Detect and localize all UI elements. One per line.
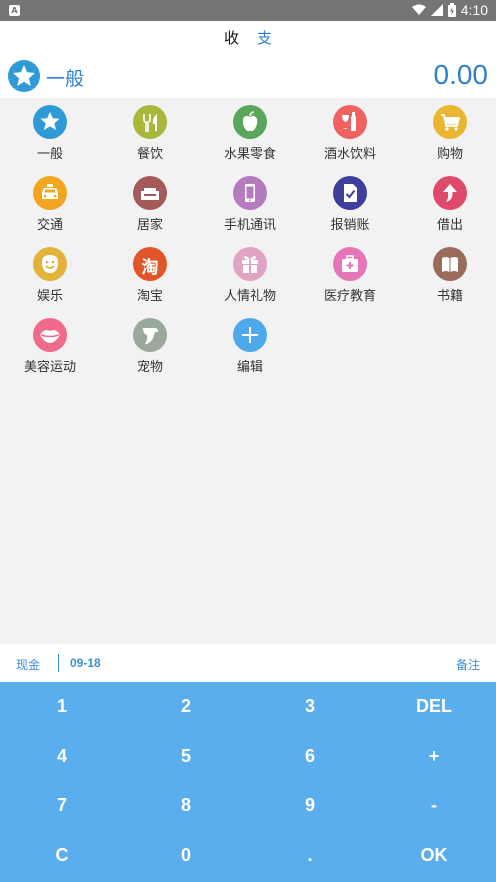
category-label: 报销账: [330, 218, 370, 233]
category-item[interactable]: 购物: [400, 98, 496, 168]
number-keypad: 1 2 3 DEL 4 5 6 +7 8 9- C 0. OK: [0, 682, 496, 882]
category-item[interactable]: 交通: [0, 169, 100, 239]
sofa-icon: [133, 176, 167, 210]
arrow-up-icon: [433, 176, 467, 210]
amount-display: 0.00: [433, 59, 489, 90]
note-button[interactable]: 备注: [456, 656, 480, 673]
wifi-icon: [411, 4, 426, 15]
dog-icon: [133, 318, 167, 352]
key-8[interactable]: 8: [124, 781, 248, 831]
category-item[interactable]: 医疗教育: [300, 240, 400, 310]
tab-income[interactable]: 收: [224, 27, 239, 48]
key-6[interactable]: 6: [248, 732, 372, 782]
category-item[interactable]: 宠物: [100, 311, 200, 381]
account-selector[interactable]: 现金: [16, 656, 40, 673]
status-right: 4:10: [411, 2, 488, 18]
app-root: A 4:10 收 支 一般 0.00 一般 餐饮 水果零食 酒水饮料 购物 交通 居家 手机通…: [0, 0, 496, 882]
key-minus[interactable]: -: [372, 781, 496, 831]
key-9[interactable]: 9: [248, 781, 372, 831]
cart-icon: [433, 105, 467, 139]
taobao-glyph: 淘: [141, 258, 159, 278]
tab-expense[interactable]: 支: [257, 27, 272, 48]
category-item[interactable]: 水果零食: [200, 98, 300, 168]
type-tabs: 收 支: [0, 21, 496, 54]
wine-bottle-icon: [333, 105, 367, 139]
key-plus[interactable]: +: [372, 732, 496, 782]
phone-icon: [233, 176, 267, 210]
book-icon: [433, 247, 467, 281]
status-bar: A 4:10: [0, 0, 496, 21]
category-label: 医疗教育: [323, 289, 376, 304]
category-label: 手机通讯: [223, 218, 276, 233]
category-label: 娱乐: [36, 289, 63, 304]
key-3[interactable]: 3: [248, 682, 372, 732]
battery-icon: [447, 3, 456, 17]
category-label: 购物: [436, 147, 463, 162]
date-selector[interactable]: 09-18: [70, 656, 101, 670]
key-delete[interactable]: DEL: [372, 682, 496, 732]
category-item[interactable]: 借出: [400, 169, 496, 239]
selected-category-label: 一般: [46, 68, 85, 90]
notification-icon: A: [9, 5, 20, 16]
lips-icon: [33, 318, 67, 352]
category-item[interactable]: 报销账: [300, 169, 400, 239]
category-item[interactable]: 书籍: [400, 240, 496, 310]
key-ok[interactable]: OK: [372, 831, 496, 881]
category-item[interactable]: 编辑: [200, 311, 300, 381]
clock: 4:10: [460, 2, 488, 18]
gift-icon: [233, 247, 267, 281]
category-label: 编辑: [236, 360, 263, 375]
checklist-icon: [333, 176, 367, 210]
category-label: 淘宝: [136, 289, 163, 304]
category-label: 宠物: [136, 360, 163, 375]
category-item[interactable]: 淘淘宝: [100, 240, 200, 310]
category-item[interactable]: 手机通讯: [200, 169, 300, 239]
category-label: 餐饮: [136, 147, 163, 162]
category-item[interactable]: 酒水饮料: [300, 98, 400, 168]
category-item[interactable]: 居家: [100, 169, 200, 239]
apple-icon: [233, 105, 267, 139]
smiley-icon: [33, 247, 67, 281]
info-divider: [58, 654, 59, 672]
key-5[interactable]: 5: [124, 732, 248, 782]
star-icon: [33, 105, 67, 139]
signal-icon: [430, 4, 443, 16]
category-label: 美容运动: [23, 360, 76, 375]
key-1[interactable]: 1: [0, 682, 124, 732]
category-item[interactable]: 美容运动: [0, 311, 100, 381]
category-item[interactable]: 人情礼物: [200, 240, 300, 310]
star-icon: [8, 60, 40, 92]
category-item[interactable]: 一般: [0, 98, 100, 168]
key-2[interactable]: 2: [124, 682, 248, 732]
key-clear[interactable]: C: [0, 831, 124, 881]
medkit-icon: [333, 247, 367, 281]
category-label: 一般: [36, 147, 63, 162]
category-label: 书籍: [436, 289, 463, 304]
entry-info-bar: 现金 09-18 备注: [0, 644, 496, 682]
taobao-icon: 淘: [133, 247, 167, 281]
category-label: 居家: [136, 218, 163, 233]
taxi-icon: [33, 176, 67, 210]
category-label: 借出: [436, 218, 463, 233]
key-7[interactable]: 7: [0, 781, 124, 831]
plus-icon: [233, 318, 267, 352]
fork-knife-icon: [133, 105, 167, 139]
selected-category-bar: 一般 0.00: [0, 54, 496, 98]
key-decimal[interactable]: .: [248, 831, 372, 881]
category-label: 人情礼物: [223, 289, 276, 304]
key-0[interactable]: 0: [124, 831, 248, 881]
category-label: 水果零食: [223, 147, 276, 162]
key-4[interactable]: 4: [0, 732, 124, 782]
category-item[interactable]: 娱乐: [0, 240, 100, 310]
category-label: 交通: [36, 218, 63, 233]
category-label: 酒水饮料: [323, 147, 376, 162]
category-item[interactable]: 餐饮: [100, 98, 200, 168]
